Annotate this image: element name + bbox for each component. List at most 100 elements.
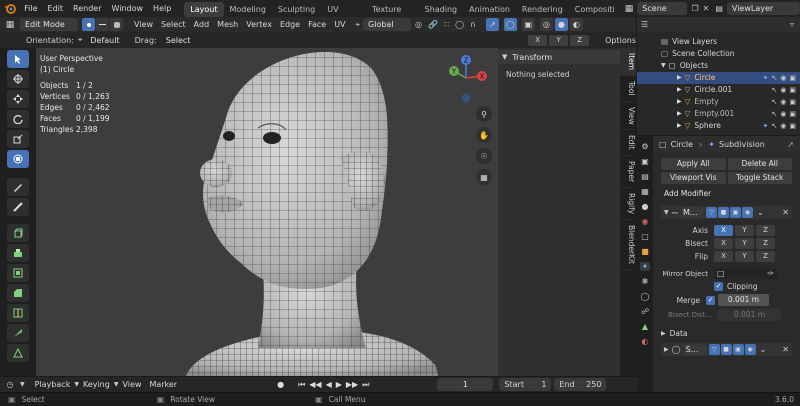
chevron-down-icon[interactable]: ▼ (502, 53, 507, 61)
extrude-tool-icon[interactable] (7, 244, 29, 262)
outliner-row-circle-001[interactable]: ▶ ▽ Circle.001 ↖ ◉ ▣ (637, 84, 800, 96)
tab-rendering[interactable]: Rendering (516, 2, 569, 17)
rotate-tool-icon[interactable] (7, 110, 29, 128)
outliner-row-sphere[interactable]: ▶ ▽ Sphere ✦ ↖ ◉ ▣ (637, 120, 800, 132)
transform-tool-icon[interactable] (7, 150, 29, 168)
merge-checkbox[interactable]: ✓ (706, 295, 715, 305)
tab-layout[interactable]: Layout (184, 1, 224, 17)
axis-x-button[interactable]: X (528, 34, 548, 46)
annotate-tool-icon[interactable] (7, 178, 29, 196)
tab-modeling[interactable]: Modeling (224, 2, 272, 17)
select-arrow-icon[interactable]: ↖ (771, 120, 777, 132)
play-icon[interactable]: ▶ (336, 380, 342, 389)
outliner-row-circle[interactable]: ▶ ▽ Circle ✦ ↖ ◉ ▣ (637, 72, 800, 84)
bisect-distance-field[interactable]: 0.001 m (718, 309, 781, 321)
viewport-vis-button[interactable]: Viewport Vis (661, 172, 726, 184)
transform-panel-title[interactable]: Transform (512, 53, 552, 62)
menu-render[interactable]: Render (68, 0, 106, 17)
eye-icon[interactable]: ◉ (780, 84, 786, 96)
menu-vertex[interactable]: Vertex (242, 18, 276, 31)
viewport-toggle-icon[interactable]: ▣ (730, 207, 742, 218)
tab-paper[interactable]: Paper (620, 156, 636, 189)
menu-file[interactable]: File (19, 0, 42, 17)
eye-icon[interactable]: ◉ (780, 108, 786, 120)
cursor-tool-icon[interactable] (7, 70, 29, 88)
menu-help[interactable]: Help (148, 0, 176, 17)
view-layer-props-icon[interactable]: ▦ (641, 187, 649, 196)
tool-settings-icon[interactable]: ⚙ (641, 142, 648, 151)
view-layer-icon[interactable]: ▤ (715, 4, 723, 13)
constraints-props-icon[interactable]: ☍ (641, 307, 649, 316)
gizmo-toggle-icon[interactable]: ↗ (485, 18, 499, 31)
chevron-down-icon[interactable]: ▼ (664, 209, 669, 216)
viewport-toggle-icon[interactable]: ▣ (732, 344, 744, 355)
bisect-y-toggle[interactable]: Y (735, 238, 754, 249)
add-cube-tool-icon[interactable] (7, 224, 29, 242)
menu-keying[interactable]: Keying (79, 378, 114, 391)
options-button[interactable]: Options (605, 36, 636, 45)
tab-shading[interactable]: Shading (419, 2, 464, 17)
scene-icon[interactable]: ▦ (625, 4, 634, 14)
navigation-gizmo[interactable]: Z X Y (440, 52, 496, 108)
menu-window[interactable]: Window (107, 0, 149, 17)
outliner-filter-icon[interactable]: ▿ (790, 20, 794, 29)
poly-build-tool-icon[interactable] (7, 344, 29, 362)
pan-hand-icon[interactable]: ✋ (476, 127, 492, 143)
snap-target-icon[interactable]: ∷ (444, 20, 449, 29)
select-arrow-icon[interactable]: ↖ (771, 96, 777, 108)
grid-perspective-icon[interactable]: ▦ (476, 169, 492, 185)
select-arrow-icon[interactable]: ↖ (771, 84, 777, 96)
modifier-menu-icon[interactable]: ⌄ (760, 345, 767, 354)
jump-end-icon[interactable]: ⏭ (362, 380, 369, 390)
render-props-icon[interactable]: ▣ (641, 157, 649, 166)
start-frame-field[interactable]: Start 1 (499, 378, 552, 391)
tab-item[interactable]: Item (620, 48, 636, 77)
face-select-icon[interactable] (110, 18, 123, 31)
scale-tool-icon[interactable] (7, 130, 29, 148)
tab-compositing[interactable]: Compositi (569, 2, 621, 17)
delete-all-button[interactable]: Delete All (727, 158, 792, 170)
modifier-menu-icon[interactable]: ⌄ (757, 208, 764, 217)
tab-rigify[interactable]: Rigify (620, 188, 636, 221)
menu-playback[interactable]: Playback (31, 378, 75, 391)
edge-select-icon[interactable] (96, 18, 109, 31)
render-camera-icon[interactable]: ▣ (789, 96, 796, 108)
tab-edit[interactable]: Edit (620, 130, 636, 156)
add-modifier-button[interactable]: Add Modifier (661, 188, 792, 200)
data-props-icon[interactable]: ▲ (642, 322, 648, 331)
bisect-x-toggle[interactable]: X (714, 238, 733, 249)
zoom-icon[interactable]: ⚲ (476, 106, 492, 122)
knife-tool-icon[interactable] (7, 324, 29, 342)
select-box-tool-icon[interactable] (7, 50, 29, 68)
shading-wire-icon[interactable]: ◎ (539, 18, 553, 31)
render-camera-icon[interactable]: ▣ (789, 108, 796, 120)
edit-mode-toggle-icon[interactable]: ▽ (708, 344, 720, 355)
measure-tool-icon[interactable] (7, 198, 29, 216)
eyedropper-icon[interactable]: ✑ (767, 269, 774, 278)
chevron-down-icon[interactable]: ▼ (20, 381, 25, 388)
subsurf-modifier-name[interactable]: S... (683, 344, 706, 355)
scene-props-icon[interactable]: ● (642, 202, 649, 211)
pivot-icon[interactable]: ◎ (415, 20, 422, 29)
bisect-z-toggle[interactable]: Z (756, 238, 775, 249)
menu-timeline-view[interactable]: View (118, 378, 145, 391)
blender-logo-icon[interactable] (0, 3, 19, 14)
view-layer-field[interactable]: ViewLayer (726, 2, 800, 15)
shading-solid-icon[interactable]: ● (554, 18, 568, 31)
drag-select[interactable]: Select La... (161, 34, 196, 58)
cage-toggle-icon[interactable]: ■ (720, 344, 732, 355)
physics-props-icon[interactable]: ◯ (641, 292, 650, 301)
menu-edit[interactable]: Edit (43, 0, 69, 17)
flip-y-toggle[interactable]: Y (735, 251, 754, 262)
mode-select[interactable]: Edit Mode (20, 18, 78, 31)
tab-sculpting[interactable]: Sculpting (272, 2, 321, 17)
axis-y-button[interactable]: Y (549, 34, 569, 46)
output-props-icon[interactable]: ▤ (641, 172, 649, 181)
particles-props-icon[interactable]: ❋ (642, 277, 649, 286)
proportional-edit-icon[interactable]: ◯ (455, 20, 464, 29)
pin-icon[interactable]: ➚ (787, 140, 794, 149)
close-icon[interactable]: ✕ (782, 345, 789, 354)
timeline-editor-icon[interactable]: ◷ (0, 380, 20, 389)
menu-uv[interactable]: UV (330, 18, 349, 31)
move-tool-icon[interactable] (7, 90, 29, 108)
